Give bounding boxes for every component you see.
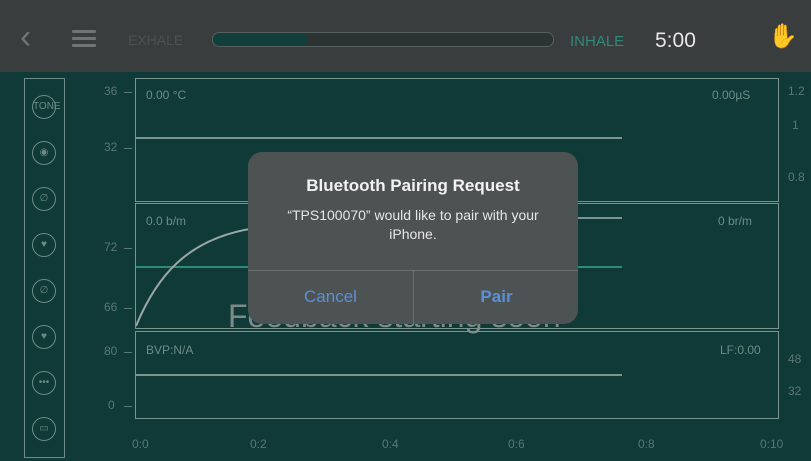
breath-progress-bar	[212, 32, 554, 47]
pair-button[interactable]: Pair	[414, 270, 578, 324]
hamburger-icon[interactable]	[72, 30, 96, 47]
y-tick-1: 1	[792, 118, 799, 132]
tick-mark	[124, 352, 132, 353]
y-tick-36: 36	[104, 84, 118, 98]
x-tick: 0:8	[638, 437, 655, 451]
y-tick-48: 48	[788, 352, 802, 366]
y-tick-32-right: 32	[788, 384, 802, 398]
dialog-message: “TPS100070” would like to pair with your…	[287, 207, 539, 242]
tick-mark	[124, 148, 132, 149]
hand-icon[interactable]: ✋	[768, 22, 798, 51]
cancel-button[interactable]: Cancel	[248, 270, 413, 324]
session-timer: 5:00	[655, 29, 696, 52]
y-tick-66: 66	[104, 300, 118, 314]
tick-mark	[124, 92, 132, 93]
bvp-trace	[136, 374, 622, 376]
x-tick: 0:6	[508, 437, 525, 451]
y-tick-0: 0	[108, 398, 115, 412]
conductance-value: 0.00µS	[712, 88, 751, 102]
x-tick: 0:0	[132, 437, 149, 451]
breath-progress-fill	[213, 33, 309, 46]
top-bar: ‹ EXHALE INHALE 5:00 ✋	[0, 0, 811, 72]
bluetooth-pairing-dialog: Bluetooth Pairing Request “TPS100070” wo…	[248, 152, 578, 324]
x-tick: 0:2	[250, 437, 267, 451]
chart-icon[interactable]: ▭	[32, 417, 56, 441]
y-tick-0.8: 0.8	[788, 170, 805, 184]
exhale-label: EXHALE	[128, 32, 184, 48]
tick-mark	[124, 308, 132, 309]
lungs-off-icon[interactable]: ∅	[32, 279, 56, 303]
more-icon[interactable]: •••	[32, 371, 56, 395]
tick-mark	[124, 406, 132, 407]
heart-pulse-off-icon[interactable]: ♥	[32, 325, 56, 349]
lf-value: LF:0.00	[720, 343, 761, 357]
x-tick: 0:4	[382, 437, 399, 451]
temperature-trace	[136, 137, 622, 139]
fingerprint-icon[interactable]: ◉	[32, 141, 56, 165]
tick-mark	[124, 248, 132, 249]
y-tick-72: 72	[104, 240, 118, 254]
sensor-sidebar: TONE ◉ ∅ ♥ ∅ ♥ ••• ▭	[24, 78, 65, 458]
temperature-value: 0.00 °C	[146, 88, 187, 102]
inhale-label: INHALE	[570, 33, 625, 50]
y-tick-80: 80	[104, 344, 118, 358]
x-tick: 0:10	[760, 437, 784, 451]
dialog-title: Bluetooth Pairing Request	[306, 176, 520, 195]
y-tick-32: 32	[104, 140, 118, 154]
bvp-value: BVP:N/A	[146, 343, 194, 357]
chevron-left-icon[interactable]: ‹	[20, 20, 46, 54]
heart-off-icon[interactable]: ♥	[32, 233, 56, 257]
tone-icon[interactable]: TONE	[32, 95, 61, 119]
breath-rate-right-value: 0 br/m	[718, 214, 753, 228]
y-tick-1.2: 1.2	[788, 84, 805, 98]
thermometer-off-icon[interactable]: ∅	[32, 187, 56, 211]
